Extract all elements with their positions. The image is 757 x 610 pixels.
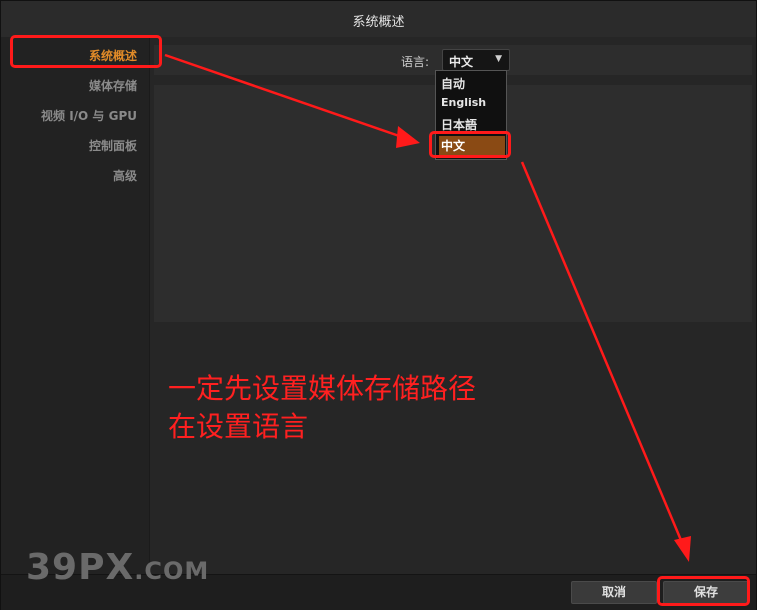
sidebar-item-media-storage[interactable]: 媒体存储 [89,77,137,94]
sidebar-item-video-io-gpu[interactable]: 视频 I/O 与 GPU [41,107,137,124]
language-label: 语言: [401,55,430,69]
language-select-value: 中文 [449,55,474,69]
save-button[interactable]: 保存 [663,581,749,604]
chevron-down-icon: ▼ [495,54,502,64]
annotation-line-2: 在设置语言 [168,410,309,443]
language-dropdown: 自动 English 日本語 中文 [435,70,507,160]
cancel-button[interactable]: 取消 [571,581,657,604]
language-option-chinese[interactable]: 中文 [439,136,505,156]
language-option-auto[interactable]: 自动 [441,75,465,92]
title-bar: 系统概述 [1,1,756,38]
language-option-japanese[interactable]: 日本語 [441,116,477,133]
watermark-main: 39PX [26,547,135,588]
preferences-window: 系统概述 系统概述 媒体存储 视频 I/O 与 GPU 控制面板 高级 语言: … [0,0,757,610]
annotation-line-1: 一定先设置媒体存储路径 [168,372,477,405]
sidebar: 系统概述 媒体存储 视频 I/O 与 GPU 控制面板 高级 [1,37,150,574]
language-option-english[interactable]: English [441,96,486,109]
watermark: 39PX.COM [26,547,209,588]
sidebar-item-advanced[interactable]: 高级 [113,167,137,184]
language-select[interactable]: 中文 ▼ [442,49,510,71]
watermark-suffix: .COM [134,557,210,585]
sidebar-item-system-overview[interactable]: 系统概述 [89,47,137,64]
window-title: 系统概述 [352,15,405,30]
sidebar-item-control-panels[interactable]: 控制面板 [89,137,137,154]
annotation-text: 一定先设置媒体存储路径 在设置语言 [168,370,476,446]
